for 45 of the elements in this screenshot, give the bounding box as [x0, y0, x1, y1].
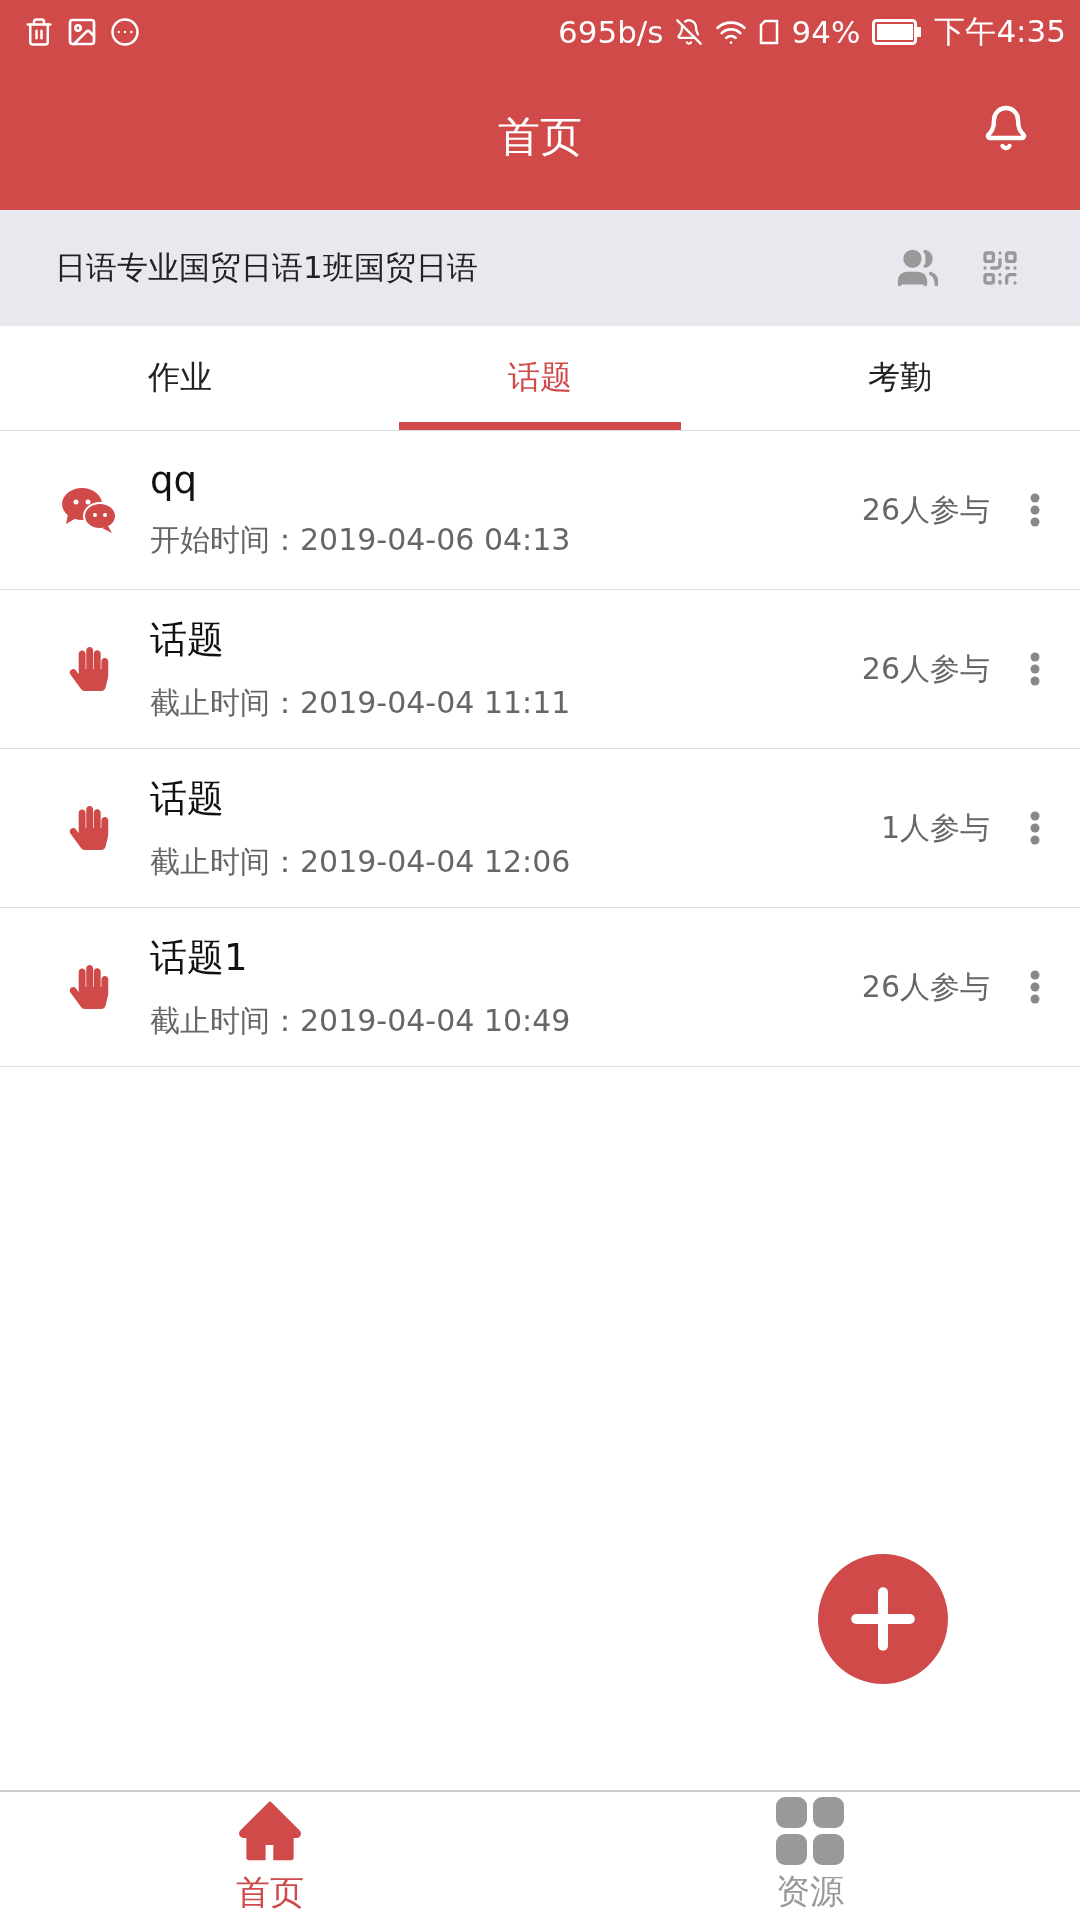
mute-icon — [675, 18, 704, 46]
more-icon — [110, 17, 140, 47]
tab[interactable]: 话题 — [399, 326, 681, 430]
topic-title: 话题 — [150, 616, 225, 663]
qr-code-button[interactable] — [980, 248, 1020, 288]
chat-bubbles-icon — [62, 486, 116, 534]
grid-icon — [776, 1797, 844, 1865]
hand-icon — [67, 806, 111, 850]
topic-title: 话题 — [150, 775, 225, 822]
tab[interactable]: 作业 — [39, 326, 321, 430]
topic-row[interactable]: 话题 截止时间：2019-04-04 12:06 1人参与 — [0, 749, 1080, 908]
topic-time: 截止时间：2019-04-04 12:06 — [150, 842, 572, 881]
topic-title: qq — [150, 459, 198, 502]
image-icon — [66, 16, 98, 48]
vertical-dots-icon — [1030, 652, 1040, 686]
tab[interactable]: 考勤 — [759, 326, 1041, 430]
class-name: 日语专业国贸日语1班国贸日语 — [55, 248, 479, 287]
topic-title: 话题1 — [150, 934, 249, 981]
participant-count: 26人参与 — [861, 967, 990, 1006]
battery-percent: 94% — [791, 14, 861, 50]
more-menu-button[interactable] — [1030, 811, 1040, 845]
vertical-dots-icon — [1030, 970, 1040, 1004]
hand-icon — [67, 647, 111, 691]
topic-time: 开始时间：2019-04-06 04:13 — [150, 521, 572, 559]
clock: 下午4:35 — [934, 12, 1066, 51]
topic-time: 截止时间：2019-04-04 10:49 — [150, 1001, 572, 1040]
sim-icon — [759, 19, 780, 45]
topic-row[interactable]: 话题 截止时间：2019-04-04 11:11 26人参与 — [0, 590, 1080, 749]
trash-icon — [24, 17, 54, 47]
page-title: 首页 — [498, 111, 582, 163]
topic-row[interactable]: 话题1 截止时间：2019-04-04 10:49 26人参与 — [0, 908, 1080, 1067]
more-menu-button[interactable] — [1030, 970, 1040, 1004]
participant-count: 26人参与 — [861, 649, 990, 688]
battery-icon — [872, 19, 923, 45]
more-menu-button[interactable] — [1030, 493, 1040, 527]
topic-row[interactable]: qq 开始时间：2019-04-06 04:13 26人参与 — [0, 431, 1080, 590]
vertical-dots-icon — [1030, 811, 1040, 845]
participant-count: 26人参与 — [861, 490, 990, 529]
participant-count: 1人参与 — [880, 808, 990, 847]
more-menu-button[interactable] — [1030, 652, 1040, 686]
nav-item[interactable]: 首页 — [0, 1792, 540, 1920]
vertical-dots-icon — [1030, 493, 1040, 527]
network-speed: 695b/s — [558, 14, 664, 50]
topic-time: 截止时间：2019-04-04 11:11 — [150, 683, 572, 722]
hand-icon — [67, 965, 111, 1009]
